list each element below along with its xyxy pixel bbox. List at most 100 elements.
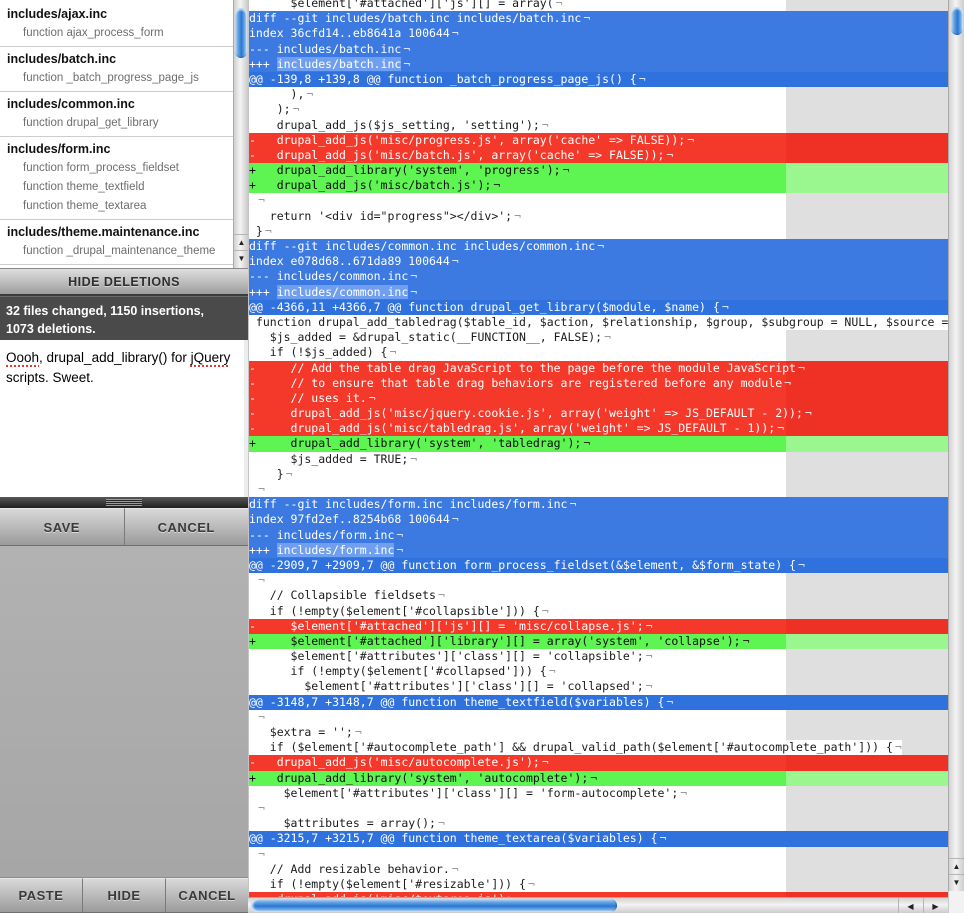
diff-line-del: - drupal_add_js('misc/progress.js', arra… [249,133,948,148]
end-of-line-icon: ¬ [256,193,265,207]
cancel-button[interactable]: CANCEL [125,508,249,546]
diff-line-hunk: @@ -4366,11 +4366,7 @@ function drupal_g… [249,300,948,315]
end-of-line-icon: ¬ [540,755,549,769]
file-item[interactable]: includes/theme.maintenance.inc [0,220,233,242]
hide-deletions-button[interactable]: HIDE DELETIONS [0,268,248,296]
end-of-line-icon: ¬ [658,831,667,845]
cancel-button-bottom[interactable]: CANCEL [166,878,248,913]
diff-horizontal-scrollbar[interactable]: ◀ ▶ [248,897,948,913]
end-of-line-icon: ¬ [408,285,417,299]
end-of-line-icon: ¬ [256,482,265,496]
panel-splitter[interactable] [0,497,248,508]
file-item[interactable]: includes/ajax.inc [0,2,233,24]
function-item[interactable]: function _batch_progress_page_js [0,69,233,88]
end-of-line-icon: ¬ [547,664,556,678]
function-item[interactable]: function _drupal_maintenance_theme [0,242,233,261]
diff-line-ctx: $element['#attributes']['class'][] = 'co… [249,649,786,664]
end-of-line-icon: ¬ [408,269,417,283]
diff-line-hdr: --- includes/batch.inc¬ [249,42,948,57]
end-of-line-icon: ¬ [637,72,646,86]
comment-textarea[interactable]: Oooh, drupal_add_library() for jQuery sc… [0,340,248,497]
end-of-line-icon: ¬ [554,0,563,10]
diff-vertical-scrollbar[interactable]: ▲ ▼ [948,0,964,891]
diff-line-hdrp: +++ includes/common.inc¬ [249,285,948,300]
diff-line-ctx: }¬ [249,467,786,482]
end-of-line-icon: ¬ [353,725,362,739]
diff-line-del: - drupal_add_js('misc/autocomplete.js');… [249,755,948,770]
end-of-line-icon: ¬ [568,497,577,511]
end-of-line-icon: ¬ [284,467,293,481]
diff-line-del: - // uses it.¬ [249,391,948,406]
diff-line-add: + drupal_add_library('system', 'progress… [249,163,948,178]
diff-line-ctx: // Collapsible fieldsets¬ [249,588,786,603]
diff-vscrollbar-thumb[interactable] [951,7,963,35]
scroll-up-icon[interactable]: ▲ [234,234,248,250]
diff-view: $element['#attached']['js'][] = array(¬d… [248,0,948,897]
diff-line-ctx: ¬ [249,710,786,725]
end-of-line-icon: ¬ [291,102,300,116]
scroll-down-icon[interactable]: ▼ [234,250,248,266]
scroll-down-icon[interactable]: ▼ [949,874,964,890]
diff-line-hdrp: +++ includes/form.inc¬ [249,543,948,558]
diff-line-ctx: }¬ [249,224,786,239]
diff-hscrollbar-thumb[interactable] [251,899,617,912]
end-of-line-icon: ¬ [678,786,687,800]
diff-line-ctx: // Add resizable behavior.¬ [249,862,786,877]
diff-line-del: - // Add the table drag JavaScript to th… [249,361,948,376]
end-of-line-icon: ¬ [782,376,791,390]
diff-line-ctx: $element['#attributes']['class'][] = 'co… [249,679,786,694]
function-item[interactable]: function theme_textfield [0,178,233,197]
diff-line-hdr: diff --git includes/form.inc includes/fo… [249,497,948,512]
save-button[interactable]: SAVE [0,508,125,546]
diff-line-ctx: $attributes = array();¬ [249,816,786,831]
diff-line-add: + drupal_add_library('system', 'autocomp… [249,771,948,786]
scroll-right-icon[interactable]: ▶ [923,898,947,913]
file-item[interactable]: includes/batch.inc [0,47,233,69]
diff-line-hunk: @@ -3215,7 +3215,7 @@ function theme_tex… [249,831,948,846]
diff-line-hdr: diff --git includes/batch.inc includes/b… [249,11,948,26]
end-of-line-icon: ¬ [394,543,403,557]
diff-line-hdr: index 36cfd14..eb8641a 100644¬ [249,26,948,41]
diff-line-ctx: $js_added = TRUE;¬ [249,452,786,467]
diff-line-ctx: );¬ [249,102,786,117]
diff-line-hdr: index e078d68..671da89 100644¬ [249,254,948,269]
diff-line-ctx: drupal_add_js($js_setting, 'setting');¬ [249,118,786,133]
sidebar-empty-area [0,546,248,878]
end-of-line-icon: ¬ [581,436,590,450]
end-of-line-icon: ¬ [796,361,805,375]
end-of-line-icon: ¬ [644,649,653,663]
diff-line-hunk: @@ -3148,7 +3148,7 @@ function theme_tex… [249,695,948,710]
function-item[interactable]: function drupal_get_library [0,114,233,133]
function-item[interactable]: function ajax_process_form [0,24,233,43]
diff-line-hdr: --- includes/form.inc¬ [249,528,948,543]
diff-line-ctx: ¬ [249,193,786,208]
file-item[interactable]: includes/form.inc [0,137,233,159]
end-of-line-icon: ¬ [263,224,272,238]
diff-line-ctx: if (!empty($element['#collapsible'])) {¬ [249,604,786,619]
sidebar-scrollbar-thumb[interactable] [235,8,247,58]
diff-line-ctx: return '<div id="progress"></div>';¬ [249,209,786,224]
diff-line-del: - drupal_add_js('misc/jquery.cookie.js',… [249,406,948,421]
diff-line-ctx: ),¬ [249,87,786,102]
diff-review-app: includes/ajax.incfunction ajax_process_f… [0,0,964,913]
sidebar-scrollbar[interactable]: ▲ ▼ [233,0,248,268]
end-of-line-icon: ¬ [664,148,673,162]
scroll-up-icon[interactable]: ▲ [949,858,964,874]
end-of-line-icon: ¬ [644,619,653,633]
misspelled-word: jQuery [191,350,231,365]
diff-new-filename: includes/form.inc [277,543,395,557]
diff-line-del: - // to ensure that table drag behaviors… [249,376,948,391]
diff-line-hunk: @@ -2909,7 +2909,7 @@ function form_proc… [249,558,948,573]
hide-button[interactable]: HIDE [83,878,166,913]
diff-line-ctx: function drupal_add_tabledrag($table_id,… [249,315,948,330]
function-item[interactable]: function form_process_fieldset [0,159,233,178]
bottom-toolbar: PASTE HIDE CANCEL [0,878,248,913]
end-of-line-icon: ¬ [450,254,459,268]
file-item[interactable]: includes/common.inc [0,92,233,114]
diff-line-hdr: --- includes/common.inc¬ [249,269,948,284]
diff-line-ctx: $element['#attributes']['class'][] = 'fo… [249,786,786,801]
scroll-left-icon[interactable]: ◀ [898,898,922,913]
function-item[interactable]: function theme_textarea [0,197,233,216]
end-of-line-icon: ¬ [540,604,549,618]
paste-button[interactable]: PASTE [0,878,83,913]
